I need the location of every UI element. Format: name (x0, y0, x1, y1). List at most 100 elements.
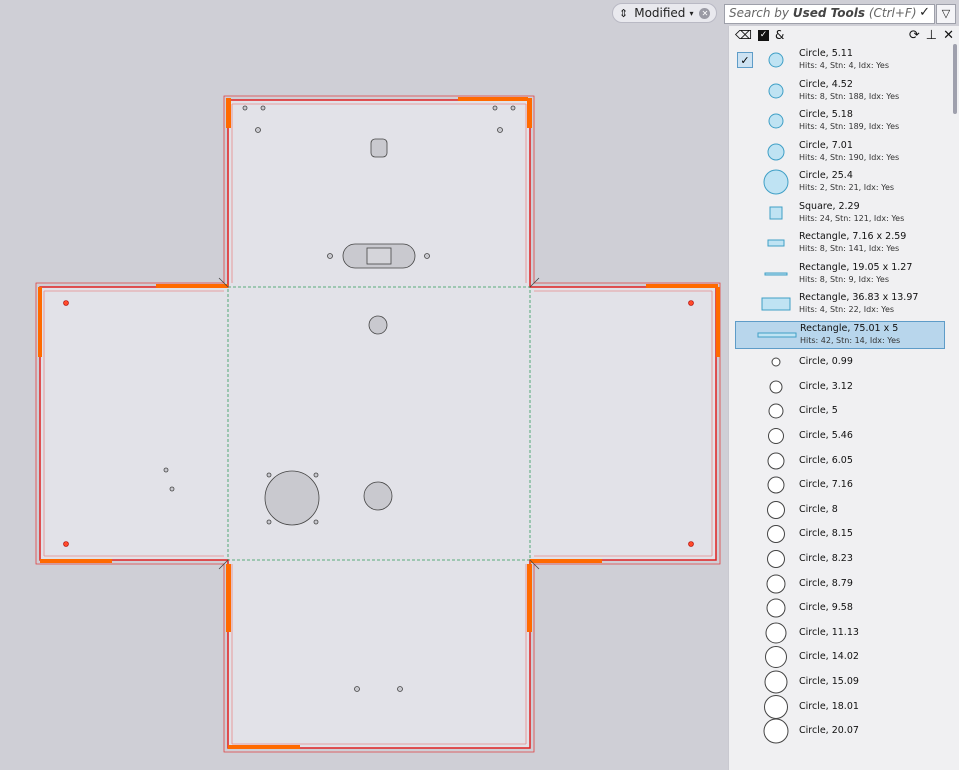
funnel-filter-icon[interactable]: ▽ (936, 4, 956, 24)
tool-name: Circle, 14.02 (799, 651, 859, 663)
tool-shape-icon (753, 374, 799, 400)
tool-name: Circle, 8 (799, 503, 838, 515)
tool-shape-icon (753, 620, 799, 646)
tool-stats: Hits: 24, Stn: 121, Idx: Yes (799, 213, 905, 223)
tool-shape-icon (753, 521, 799, 547)
tool-list-item[interactable]: Circle, 0.99 (735, 351, 945, 374)
tool-list-item[interactable]: Circle, 5.18 Hits: 4, Stn: 189, Idx: Yes (735, 107, 945, 136)
tool-stats: Hits: 8, Stn: 188, Idx: Yes (799, 91, 900, 101)
tool-list-item[interactable]: ✓ Circle, 5.11 Hits: 4, Stn: 4, Idx: Yes (735, 46, 945, 75)
tool-shape-icon (753, 448, 799, 474)
tool-list-item[interactable]: Rectangle, 36.83 x 13.97 Hits: 4, Stn: 22… (735, 290, 945, 319)
tool-name: Circle, 5.11 (799, 48, 853, 60)
eraser-icon[interactable]: ⌫ (735, 28, 752, 42)
tool-list-item[interactable]: Square, 2.29 Hits: 24, Stn: 121, Idx: Yes (735, 199, 945, 228)
tool-list-item[interactable]: Circle, 8.79 (735, 572, 945, 595)
filter-bar: ⇕ Modified ▾ ✕ (612, 2, 718, 24)
tool-name: Circle, 7.16 (799, 479, 853, 491)
tool-name: Circle, 15.09 (799, 676, 859, 688)
tool-list-item[interactable]: Circle, 6.05 (735, 449, 945, 472)
tool-list-item[interactable]: Circle, 9.58 (735, 597, 945, 620)
tool-name: Rectangle, 7.16 x 2.59 (799, 231, 907, 243)
tool-list-item[interactable]: Circle, 25.4 Hits: 2, Stn: 21, Idx: Yes (735, 168, 945, 197)
tool-name: Rectangle, 36.83 x 13.97 (799, 292, 919, 304)
tool-list-panel: ⌫ ✓ & ⟳ ⊥ ✕ ✓ Circle, 5.11 Hits: 4, Stn: 4… (728, 26, 959, 770)
tool-name: Circle, 8.79 (799, 577, 853, 589)
sort-filter-pill[interactable]: ⇕ Modified ▾ ✕ (612, 3, 718, 23)
sort-icon: ⇕ (619, 6, 629, 20)
tool-list-item[interactable]: Circle, 7.01 Hits: 4, Stn: 190, Idx: Yes (735, 138, 945, 167)
tool-stats: Hits: 4, Stn: 4, Idx: Yes (799, 61, 889, 71)
tool-list-item[interactable]: Circle, 11.13 (735, 622, 945, 645)
tool-list-item[interactable]: Circle, 14.02 (735, 646, 945, 669)
refresh-icon[interactable]: ⟳ (909, 28, 920, 43)
tool-list-item[interactable]: Circle, 3.12 (735, 376, 945, 399)
tool-shape-icon (753, 595, 799, 621)
select-all-checkbox-icon[interactable]: ✓ (757, 29, 769, 41)
tool-shape-icon (753, 398, 799, 424)
tool-name: Circle, 5 (799, 405, 838, 417)
tool-list-item[interactable]: Circle, 5 (735, 400, 945, 423)
and-filter-icon[interactable]: & (775, 28, 784, 42)
tool-shape-icon (753, 546, 799, 572)
tool-name: Circle, 8.15 (799, 528, 853, 540)
pin-icon[interactable]: ⊥ (926, 28, 937, 43)
tool-shape-icon (753, 644, 799, 670)
tool-list-item[interactable]: Circle, 4.52 Hits: 8, Stn: 188, Idx: Yes (735, 77, 945, 106)
tool-name: Circle, 3.12 (799, 380, 853, 392)
tool-shape-icon (753, 78, 799, 104)
filter-label: Modified (634, 6, 686, 20)
tool-stats: Hits: 8, Stn: 141, Idx: Yes (799, 244, 900, 254)
tool-name: Circle, 8.23 (799, 553, 853, 565)
tool-shape-icon (754, 322, 800, 348)
sheet-outline (39, 99, 717, 749)
tool-shape-icon (753, 291, 799, 317)
tool-shape-icon (753, 200, 799, 226)
tool-name: Circle, 5.46 (799, 430, 853, 442)
tool-shape-icon (753, 497, 799, 523)
tool-shape-icon (753, 718, 799, 744)
tool-stats: Hits: 4, Stn: 190, Idx: Yes (799, 152, 900, 162)
tool-name: Circle, 20.07 (799, 725, 859, 737)
search-input[interactable]: Search by Used Tools (Ctrl+F) ✓ (724, 4, 935, 24)
chevron-down-icon[interactable]: ▾ (689, 9, 693, 18)
panel-toolbar: ⌫ ✓ & ⟳ ⊥ ✕ (729, 26, 959, 44)
tool-name: Square, 2.29 (799, 200, 860, 212)
tool-shape-icon (753, 139, 799, 165)
tool-list-item[interactable]: Circle, 5.46 (735, 425, 945, 448)
tool-list-item[interactable]: Rectangle, 75.01 x 5 Hits: 42, Stn: 14, I… (735, 320, 945, 349)
tool-shape-icon (753, 669, 799, 695)
tool-name: Rectangle, 75.01 x 5 (800, 322, 899, 334)
tool-shape-icon (753, 47, 799, 73)
tool-name: Circle, 0.99 (799, 356, 853, 368)
tool-list-item[interactable]: Circle, 8.15 (735, 523, 945, 546)
tool-shape-icon (753, 472, 799, 498)
tool-shape-icon (753, 169, 799, 195)
tool-list-item[interactable]: Circle, 8.23 (735, 548, 945, 571)
confirm-icon[interactable]: ✓ (919, 5, 930, 20)
drawing-canvas[interactable] (0, 0, 728, 770)
scrollbar[interactable] (953, 44, 957, 114)
sheet-part[interactable] (35, 95, 721, 753)
tool-name: Circle, 9.58 (799, 602, 853, 614)
tool-list-item[interactable]: Circle, 20.07 (735, 718, 945, 744)
tool-list-item[interactable]: Rectangle, 19.05 x 1.27 Hits: 8, Stn: 9, … (735, 260, 945, 289)
tool-stats: Hits: 4, Stn: 189, Idx: Yes (799, 122, 900, 132)
tool-list-item[interactable]: Circle, 15.09 (735, 669, 945, 695)
tool-list-item[interactable]: Circle, 18.01 (735, 694, 945, 720)
tool-name: Circle, 11.13 (799, 626, 859, 638)
tool-shape-icon (753, 423, 799, 449)
tool-name: Circle, 25.4 (799, 170, 853, 182)
tool-shape-icon (753, 694, 799, 720)
tool-list-item[interactable]: Circle, 7.16 (735, 474, 945, 497)
tool-name: Circle, 4.52 (799, 78, 853, 90)
tool-name: Circle, 5.18 (799, 109, 853, 121)
tool-shape-icon (753, 108, 799, 134)
tool-list-item[interactable]: Circle, 8 (735, 499, 945, 522)
clear-filter-icon[interactable]: ✕ (699, 7, 711, 19)
tool-shape-icon (753, 261, 799, 287)
tool-checkbox[interactable]: ✓ (737, 52, 753, 69)
tool-list-item[interactable]: Rectangle, 7.16 x 2.59 Hits: 8, Stn: 141,… (735, 229, 945, 258)
close-icon[interactable]: ✕ (943, 28, 954, 43)
tool-shape-icon (753, 571, 799, 597)
